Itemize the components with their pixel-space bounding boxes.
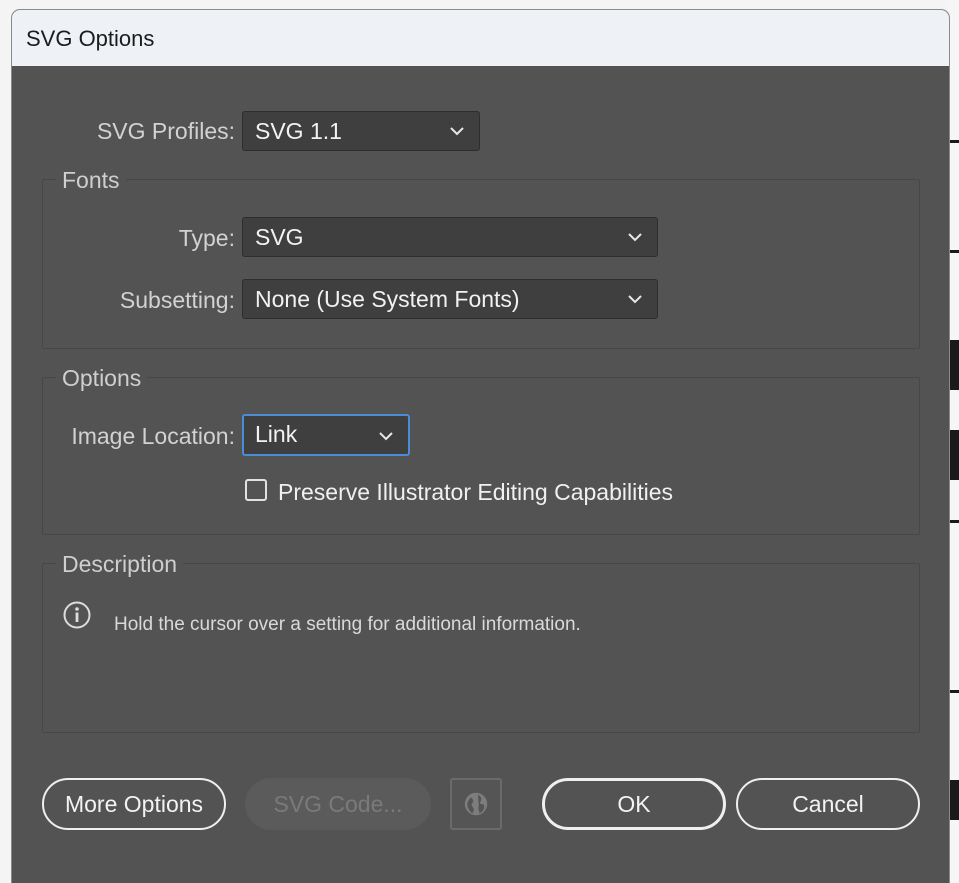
- background-mark: [950, 780, 959, 820]
- dialog-titlebar[interactable]: SVG Options: [12, 10, 949, 66]
- dialog-title: SVG Options: [26, 26, 155, 51]
- chevron-down-icon: [379, 432, 393, 441]
- info-icon: [63, 601, 91, 629]
- svg-profiles-value: SVG 1.1: [255, 118, 342, 144]
- font-type-value: SVG: [255, 224, 304, 250]
- preserve-editing-label[interactable]: Preserve Illustrator Editing Capabilitie…: [278, 479, 673, 506]
- svg-profiles-select[interactable]: SVG 1.1: [242, 111, 480, 151]
- svg-options-dialog: SVG Options SVG Profiles: SVG 1.1 Fonts …: [12, 10, 949, 883]
- options-group-title: Options: [56, 365, 148, 392]
- font-type-select[interactable]: SVG: [242, 217, 658, 257]
- image-location-label: Image Location:: [71, 423, 235, 449]
- web-preview-button[interactable]: [450, 778, 502, 830]
- globe-icon: [464, 792, 488, 816]
- subsetting-label: Subsetting:: [119, 287, 235, 313]
- svg-code-button[interactable]: SVG Code...: [245, 778, 431, 830]
- description-group-title: Description: [56, 551, 184, 578]
- background-mark: [950, 690, 959, 693]
- preserve-editing-checkbox[interactable]: [245, 479, 267, 501]
- svg-profiles-label: SVG Profiles:: [96, 118, 235, 144]
- more-options-button[interactable]: More Options: [42, 778, 226, 830]
- description-group: [42, 563, 920, 733]
- description-text: Hold the cursor over a setting for addit…: [114, 614, 581, 635]
- cancel-button[interactable]: Cancel: [736, 778, 920, 830]
- chevron-down-icon: [628, 295, 642, 304]
- background-mark: [950, 430, 959, 480]
- subsetting-value: None (Use System Fonts): [255, 286, 520, 312]
- background-mark: [950, 250, 959, 253]
- background-mark: [950, 520, 959, 523]
- chevron-down-icon: [450, 127, 464, 136]
- ok-button[interactable]: OK: [542, 778, 726, 830]
- fonts-group: [42, 179, 920, 349]
- fonts-group-title: Fonts: [56, 167, 126, 194]
- image-location-select[interactable]: Link: [242, 414, 410, 456]
- subsetting-select[interactable]: None (Use System Fonts): [242, 279, 658, 319]
- options-group: [42, 377, 920, 535]
- background-mark: [950, 140, 959, 143]
- background-mark: [950, 340, 959, 390]
- font-type-label: Type:: [178, 225, 235, 251]
- image-location-value: Link: [255, 421, 298, 447]
- chevron-down-icon: [628, 233, 642, 242]
